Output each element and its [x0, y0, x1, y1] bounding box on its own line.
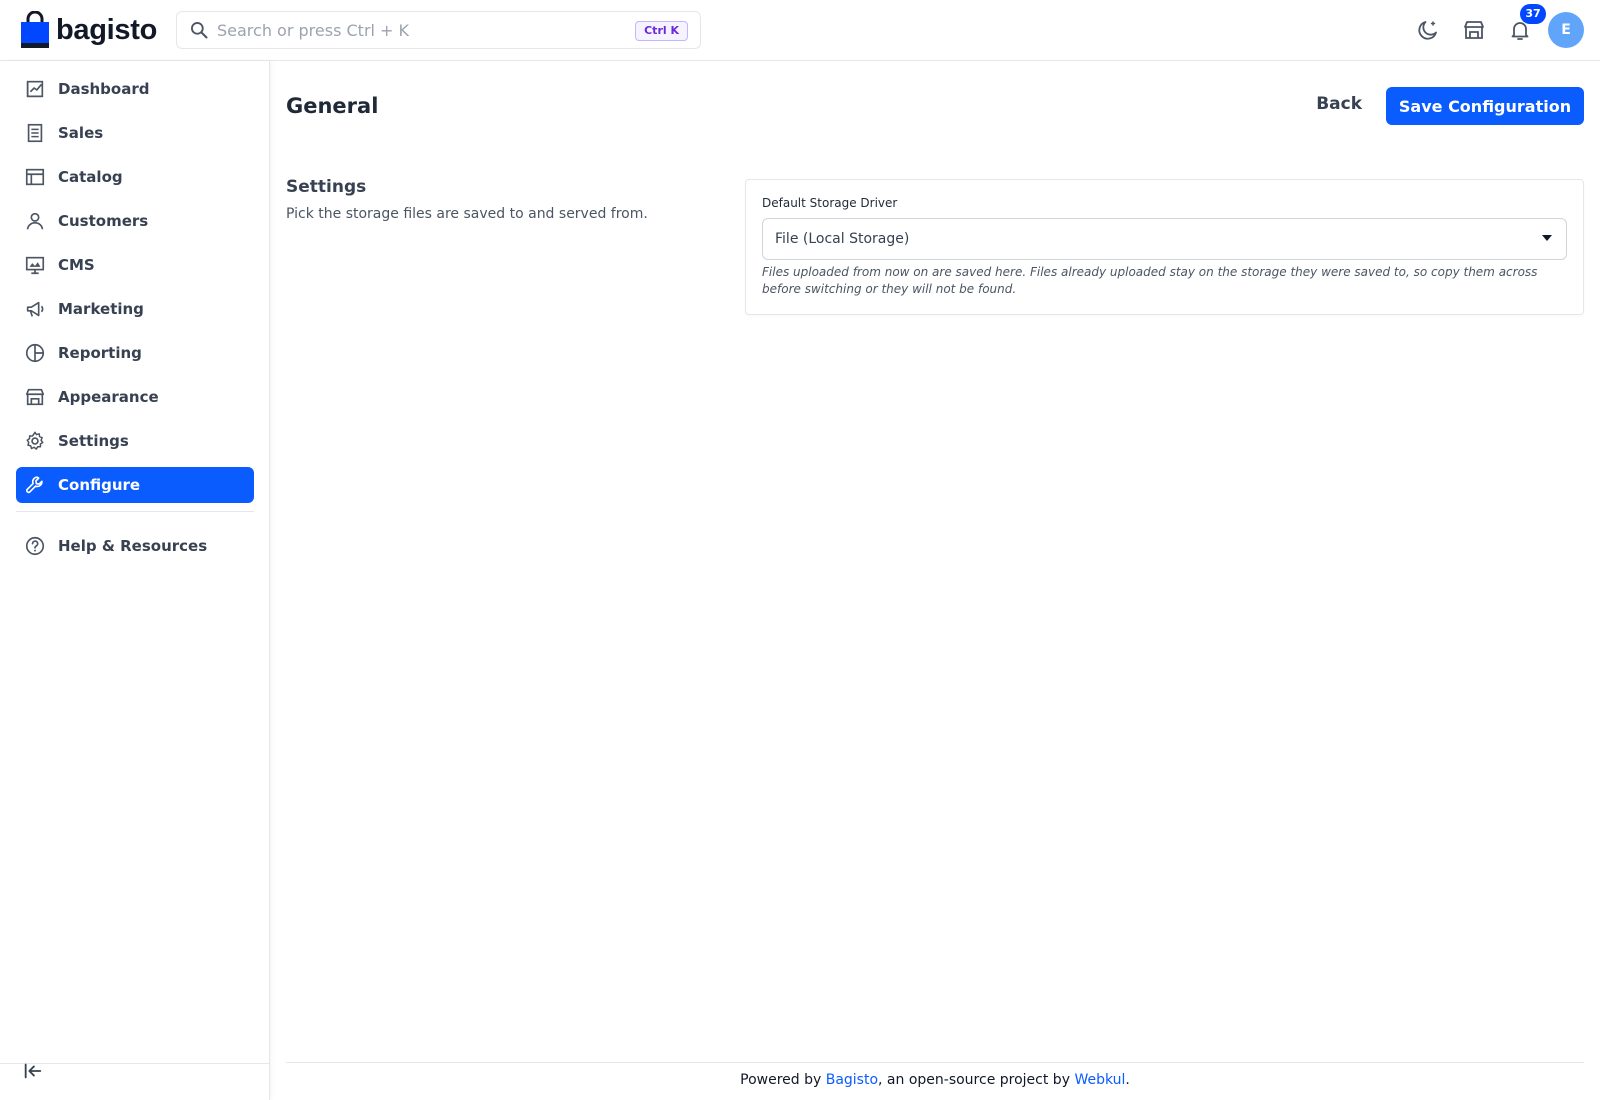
shopping-bag-icon	[21, 11, 49, 48]
search-icon	[191, 22, 208, 39]
sidebar-item-label: Sales	[58, 124, 104, 142]
avatar[interactable]: E	[1548, 12, 1584, 48]
pie-chart-icon	[25, 343, 45, 363]
footer-prefix: Powered by	[740, 1072, 826, 1088]
notification-badge: 37	[1520, 4, 1546, 24]
sidebar-item-reporting[interactable]: Reporting	[16, 335, 254, 371]
storage-driver-help: Files uploaded from now on are saved her…	[762, 265, 1538, 296]
page-title: General	[286, 94, 379, 118]
store-icon	[25, 388, 45, 406]
sidebar-item-label: Dashboard	[58, 80, 150, 98]
bagisto-link[interactable]: Bagisto	[826, 1072, 878, 1088]
collapse-left-icon	[24, 1063, 42, 1079]
user-icon	[26, 212, 44, 230]
sidebar-item-label: Marketing	[58, 300, 144, 318]
chevron-down-icon	[1542, 235, 1552, 241]
sidebar-item-help[interactable]: Help & Resources	[16, 528, 254, 564]
sidebar-item-dashboard[interactable]: Dashboard	[16, 71, 254, 107]
sidebar-item-label: Customers	[58, 212, 149, 230]
collapse-sidebar-button[interactable]	[22, 1060, 46, 1084]
dashboard-icon	[26, 80, 44, 98]
logo-text: bagisto	[56, 13, 158, 46]
search-input[interactable]: Search or press Ctrl + K Ctrl K	[176, 11, 701, 49]
footer: Powered by Bagisto, an open-source proje…	[286, 1072, 1584, 1088]
sidebar-item-customers[interactable]: Customers	[16, 203, 254, 239]
sidebar-item-configure[interactable]: Configure	[16, 467, 254, 503]
footer-divider	[286, 1062, 1584, 1063]
sidebar-item-label: CMS	[58, 256, 95, 274]
top-bar: bagisto Search or press Ctrl + K Ctrl K	[0, 0, 1600, 61]
sidebar-item-label: Settings	[58, 432, 129, 450]
shortcut-badge: Ctrl K	[635, 21, 688, 41]
sidebar-divider	[16, 511, 254, 512]
notifications-button[interactable]: 37	[1502, 4, 1546, 48]
sidebar-item-marketing[interactable]: Marketing	[16, 291, 254, 327]
sidebar-nav: Dashboard Sales Catalog Customers CMS Ma…	[16, 71, 254, 572]
sidebar-item-label: Catalog	[58, 168, 123, 186]
footer-middle: , an open-source project by	[878, 1072, 1075, 1088]
sidebar-item-appearance[interactable]: Appearance	[16, 379, 254, 415]
wrench-icon	[26, 476, 43, 494]
footer-suffix: .	[1125, 1072, 1130, 1088]
help-circle-icon	[25, 536, 45, 556]
dark-mode-toggle[interactable]	[1410, 12, 1446, 48]
logo[interactable]: bagisto	[20, 10, 157, 50]
webkul-link[interactable]: Webkul	[1074, 1072, 1125, 1088]
storefront-button[interactable]	[1456, 12, 1492, 48]
main-content: General Back Save Configuration Settings…	[286, 61, 1584, 1100]
sidebar-item-label: Help & Resources	[58, 537, 208, 555]
gear-icon	[26, 431, 44, 450]
megaphone-icon	[26, 301, 44, 317]
section-description: Pick the storage files are saved to and …	[286, 206, 648, 222]
sidebar-item-settings[interactable]: Settings	[16, 423, 254, 459]
settings-card: Default Storage Driver File (Local Stora…	[745, 179, 1584, 315]
storage-driver-value: File (Local Storage)	[775, 231, 910, 247]
sidebar-item-cms[interactable]: CMS	[16, 247, 254, 283]
sidebar-item-label: Reporting	[58, 344, 142, 362]
sidebar-item-catalog[interactable]: Catalog	[16, 159, 254, 195]
save-configuration-button[interactable]: Save Configuration	[1386, 87, 1584, 125]
section-title: Settings	[286, 177, 367, 197]
sidebar-item-sales[interactable]: Sales	[16, 115, 254, 151]
monitor-icon	[25, 256, 45, 275]
storage-driver-select[interactable]: File (Local Storage)	[762, 218, 1567, 260]
search-placeholder: Search or press Ctrl + K	[217, 20, 410, 40]
store-icon	[1464, 21, 1484, 39]
sidebar-item-label: Appearance	[58, 388, 159, 406]
back-button[interactable]: Back	[1316, 94, 1362, 114]
moon-icon	[1418, 21, 1437, 40]
header-actions: 37 E	[1400, 4, 1584, 48]
catalog-icon	[25, 168, 45, 186]
receipt-icon	[27, 123, 43, 143]
sidebar-item-label: Configure	[58, 476, 141, 494]
sidebar: Dashboard Sales Catalog Customers CMS Ma…	[0, 61, 270, 1100]
storage-driver-label: Default Storage Driver	[762, 196, 898, 210]
